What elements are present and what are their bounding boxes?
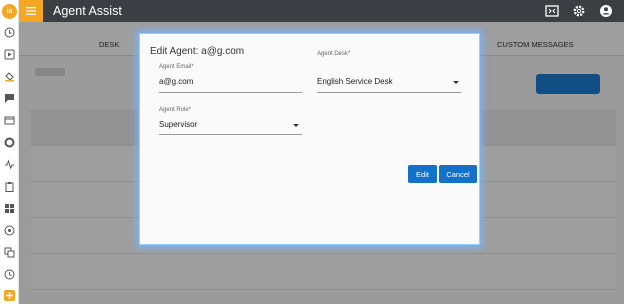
- hamburger-menu-icon: [26, 7, 36, 15]
- pulse-icon[interactable]: [4, 159, 15, 170]
- agent-email-underline: [159, 92, 302, 93]
- clipboard-icon[interactable]: [4, 181, 15, 192]
- translate-icon[interactable]: [4, 247, 15, 258]
- screen-icon[interactable]: [545, 4, 559, 18]
- bucket-icon[interactable]: [4, 71, 15, 82]
- agent-desk-select[interactable]: English Service Desk: [317, 77, 393, 86]
- agent-email-label: Agent Email*: [159, 64, 194, 70]
- agent-desk-label: Agent Desk*: [317, 51, 351, 57]
- agent-role-label: Agent Role*: [159, 107, 192, 113]
- dialog-title: Edit Agent: a@g.com: [150, 46, 245, 57]
- cancel-button[interactable]: Cancel: [439, 165, 477, 183]
- window-icon[interactable]: [4, 115, 15, 126]
- agent-desk-underline: [317, 92, 461, 93]
- add-icon[interactable]: [4, 290, 15, 301]
- app-title: Agent Assist: [53, 4, 122, 18]
- top-bar: Agent Assist: [19, 0, 624, 22]
- sidebar-rail: ia: [0, 0, 19, 304]
- gear-icon[interactable]: [572, 4, 586, 18]
- agent-role-select[interactable]: Supervisor: [159, 120, 197, 129]
- edit-agent-dialog: Edit Agent: a@g.com Agent Email* a@g.com…: [139, 33, 480, 245]
- settings-circle-icon[interactable]: [4, 225, 15, 236]
- chat-icon[interactable]: [4, 93, 15, 104]
- circle-icon[interactable]: [4, 137, 15, 148]
- chevron-down-icon[interactable]: [453, 81, 459, 84]
- chevron-down-icon[interactable]: [293, 124, 299, 127]
- menu-button[interactable]: [19, 0, 43, 22]
- app-logo[interactable]: ia: [2, 4, 17, 19]
- edit-button[interactable]: Edit: [408, 165, 437, 183]
- user-account-icon[interactable]: [599, 4, 613, 18]
- play-icon[interactable]: [4, 49, 15, 60]
- grid-icon[interactable]: [4, 203, 15, 214]
- history-icon[interactable]: [4, 269, 15, 280]
- agent-email-field[interactable]: a@g.com: [159, 77, 193, 86]
- agent-role-underline: [159, 134, 302, 135]
- clock-icon[interactable]: [4, 27, 15, 38]
